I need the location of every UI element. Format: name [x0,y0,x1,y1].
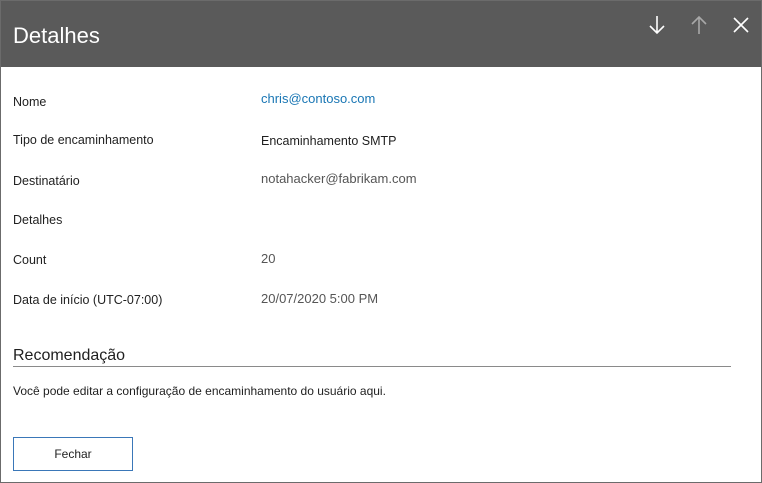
section-divider [13,366,731,367]
detail-value-destinatario: notahacker@fabrikam.com [261,171,417,186]
panel-header: Detalhes [1,1,761,67]
arrow-down-icon[interactable] [644,12,670,38]
detail-value-count: 20 [261,251,276,266]
detail-value-tipo: Encaminhamento SMTP [261,134,397,148]
detail-value-data-inicio: 20/07/2020 5:00 PM [261,291,379,306]
recommendation-title: Recomendação [13,347,126,364]
close-button[interactable]: Fechar [13,437,133,471]
detail-label-nome: Nome [13,95,47,109]
detail-label-tipo: Tipo de encaminhamento [13,133,154,147]
recommendation-text: Você pode editar a configuração de encam… [13,384,386,398]
detail-label-data-inicio: Data de início (UTC-07:00) [13,293,163,307]
detail-label-count: Count [13,253,47,267]
detail-label-destinatario: Destinatário [13,174,80,188]
detail-value-email-link[interactable]: chris@contoso.com [261,91,375,107]
panel-title: Detalhes [13,23,100,48]
detail-label-detalhes: Detalhes [13,213,63,227]
arrow-up-icon[interactable] [686,12,712,38]
close-icon[interactable] [728,12,754,38]
details-panel: Detalhes Nome chris@contoso.com Tipo de … [0,0,762,483]
